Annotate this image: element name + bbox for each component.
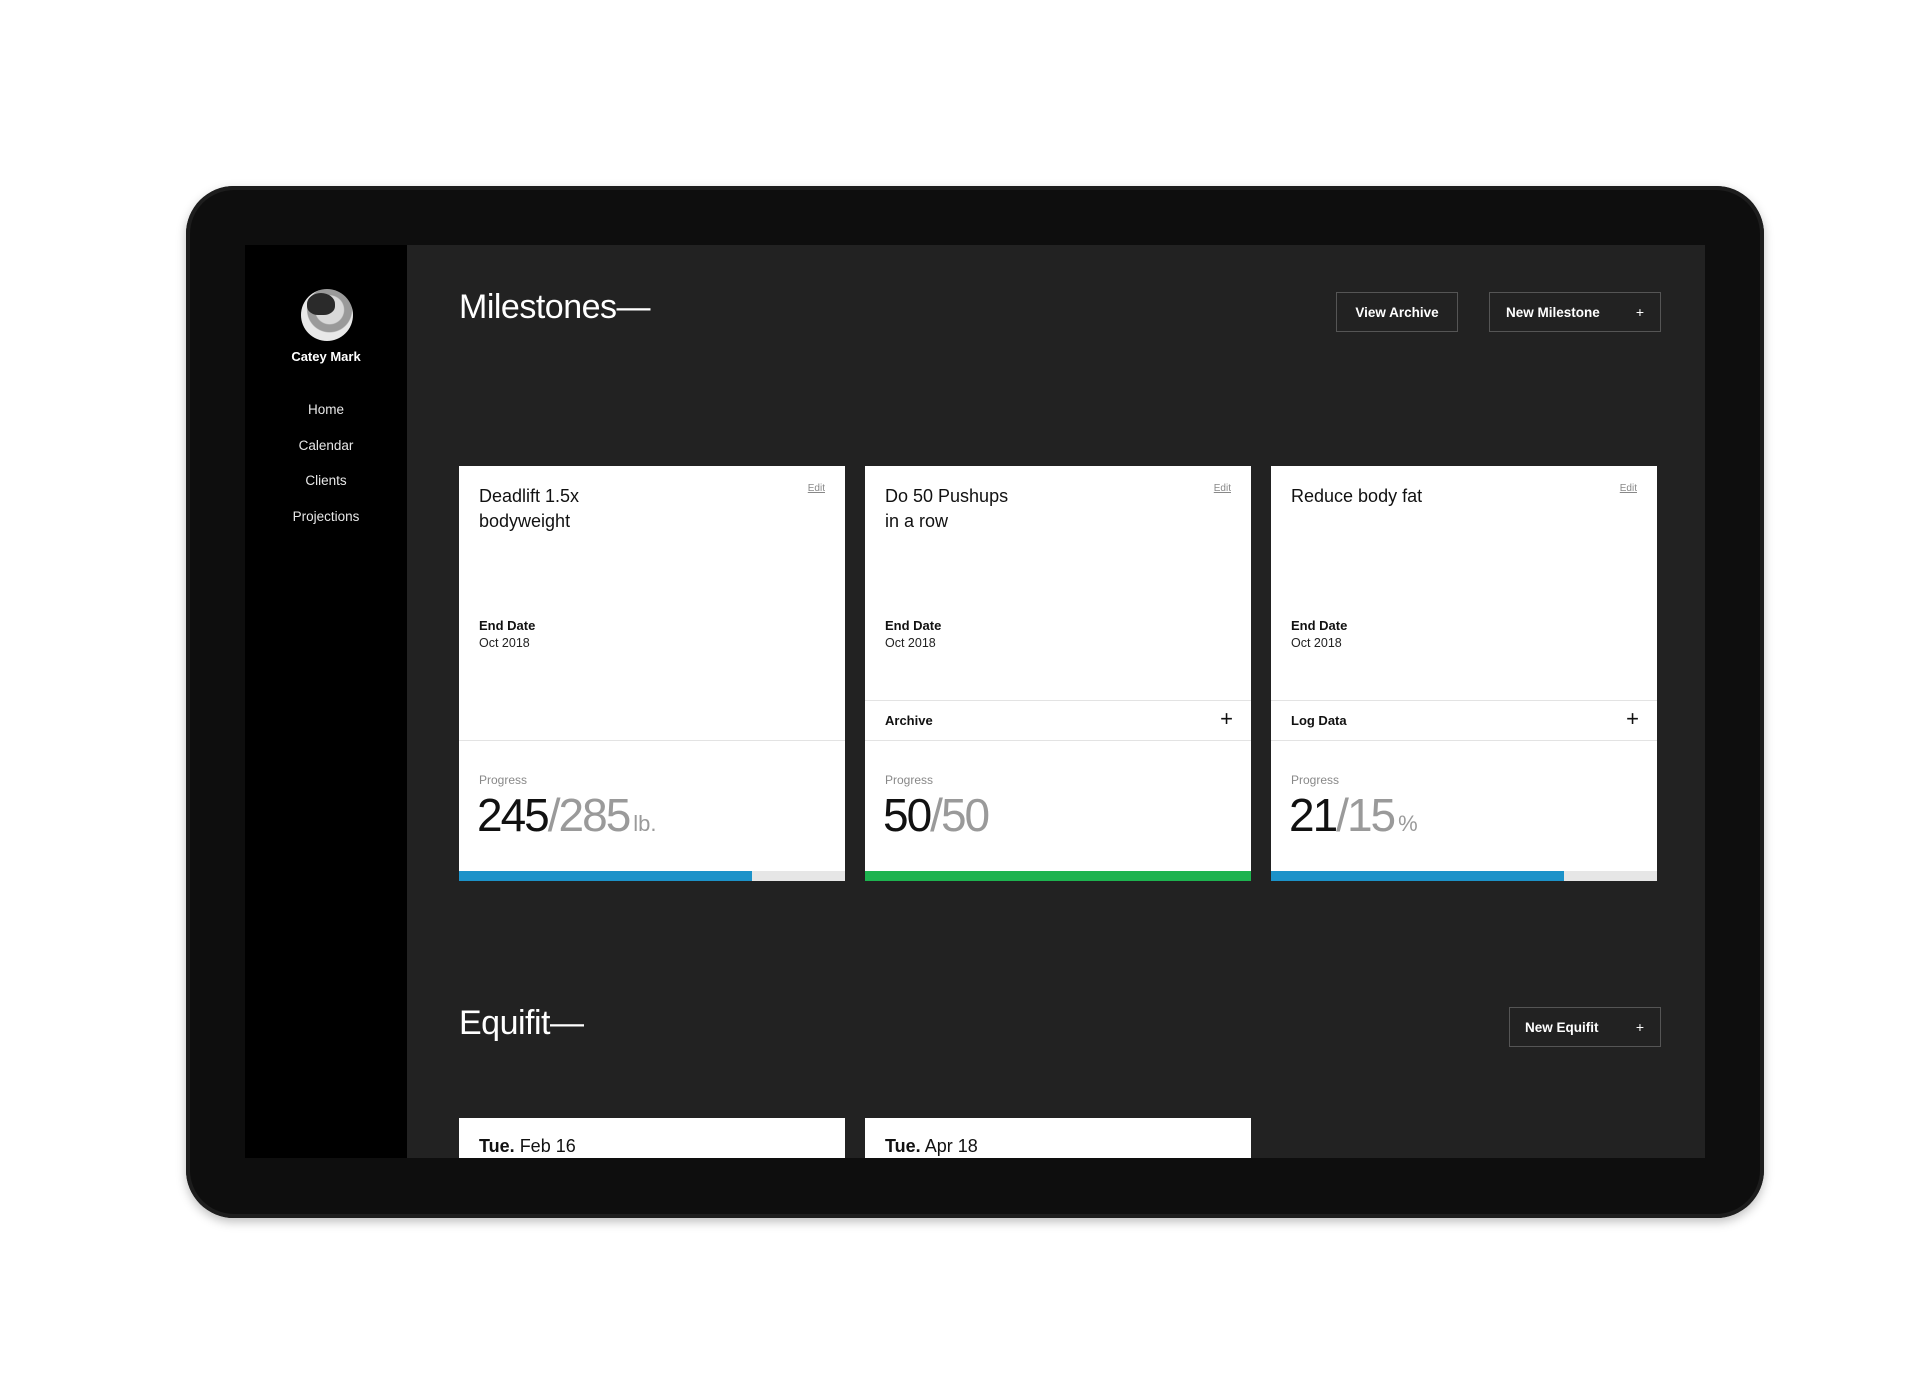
equifit-date-value: Apr 18	[924, 1136, 978, 1156]
progress-bar-track	[1271, 871, 1657, 881]
edit-link[interactable]: Edit	[808, 483, 825, 494]
user-name: Catey Mark	[291, 349, 361, 364]
progress-label: Progress	[479, 773, 528, 787]
equifit-date: Tue. Feb 16	[479, 1136, 576, 1157]
log-data-label: Log Data	[1291, 713, 1347, 728]
equifit-title: Equifit—	[459, 1004, 584, 1042]
plus-icon: +	[1635, 304, 1644, 320]
equifit-day: Tue.	[885, 1136, 921, 1156]
sidebar-nav: Home Calendar Clients Projections	[245, 402, 407, 544]
end-date-label: End Date	[1291, 618, 1348, 633]
sidebar-item-home[interactable]: Home	[245, 402, 407, 438]
equifit-date-value: Feb 16	[519, 1136, 576, 1156]
log-data-button[interactable]: Log Data +	[1271, 700, 1657, 741]
progress-target: 285	[558, 789, 632, 841]
view-archive-button[interactable]: View Archive	[1336, 292, 1458, 332]
progress-bar-track	[459, 871, 845, 881]
progress-bar-track	[865, 871, 1251, 881]
progress-current: 245	[477, 789, 550, 841]
plus-icon: +	[1635, 1019, 1644, 1035]
new-milestone-button[interactable]: New Milestone +	[1489, 292, 1661, 332]
divider	[459, 740, 845, 741]
progress-separator: /	[930, 789, 943, 841]
progress-value: 245/285 lb.	[477, 788, 657, 842]
progress-unit: lb.	[633, 811, 657, 836]
new-equifit-label: New Equifit	[1525, 1019, 1599, 1035]
progress-target: 15	[1346, 789, 1396, 841]
new-equifit-button[interactable]: New Equifit +	[1509, 1007, 1661, 1047]
milestone-title: Do 50 Pushups in a row	[885, 486, 1009, 531]
end-date-label: End Date	[885, 618, 942, 633]
progress-label: Progress	[1291, 773, 1340, 787]
progress-label: Progress	[885, 773, 934, 787]
milestone-title: Reduce body fat	[1291, 486, 1423, 506]
progress-current: 21	[1289, 789, 1338, 841]
progress-separator: /	[547, 789, 561, 841]
progress-value: 50/50	[883, 788, 992, 842]
equifit-card[interactable]: Tue. Feb 16	[459, 1118, 845, 1158]
plus-icon: +	[1626, 706, 1639, 731]
new-milestone-label: New Milestone	[1506, 304, 1600, 320]
equifit-date: Tue. Apr 18	[885, 1136, 978, 1157]
end-date-value: Oct 2018	[479, 636, 530, 650]
archive-label: Archive	[885, 713, 933, 728]
end-date-value: Oct 2018	[885, 636, 936, 650]
equifit-day: Tue.	[479, 1136, 515, 1156]
progress-bar-fill	[865, 871, 1251, 881]
progress-current: 50	[883, 789, 932, 841]
progress-bar-fill	[1271, 871, 1565, 881]
sidebar-item-calendar[interactable]: Calendar	[245, 438, 407, 474]
sidebar: Catey Mark Home Calendar Clients Project…	[245, 245, 407, 1158]
progress-separator: /	[1336, 789, 1349, 841]
progress-target: 50	[940, 789, 990, 841]
app-screen: Catey Mark Home Calendar Clients Project…	[245, 245, 1705, 1158]
progress-value: 21/15%	[1289, 788, 1418, 842]
end-date-label: End Date	[479, 618, 536, 633]
edit-link[interactable]: Edit	[1214, 483, 1231, 494]
milestone-card: Reduce body fat Edit End Date Oct 2018 L…	[1271, 466, 1657, 881]
sidebar-item-projections[interactable]: Projections	[245, 509, 407, 545]
view-archive-label: View Archive	[1355, 304, 1439, 320]
plus-icon: +	[1220, 706, 1233, 731]
milestone-title: Deadlift 1.5x bodyweight	[479, 486, 580, 531]
progress-unit: %	[1398, 811, 1418, 836]
archive-button[interactable]: Archive +	[865, 700, 1251, 741]
milestone-card: Do 50 Pushups in a row Edit End Date Oct…	[865, 466, 1251, 881]
milestone-card: Deadlift 1.5x bodyweight Edit End Date O…	[459, 466, 845, 881]
progress-bar-fill	[459, 871, 753, 881]
milestones-title: Milestones—	[459, 288, 651, 326]
sidebar-item-clients[interactable]: Clients	[245, 473, 407, 509]
avatar-photo	[307, 293, 335, 315]
end-date-value: Oct 2018	[1291, 636, 1342, 650]
avatar[interactable]	[301, 289, 353, 341]
edit-link[interactable]: Edit	[1620, 483, 1637, 494]
equifit-card[interactable]: Tue. Apr 18	[865, 1118, 1251, 1158]
